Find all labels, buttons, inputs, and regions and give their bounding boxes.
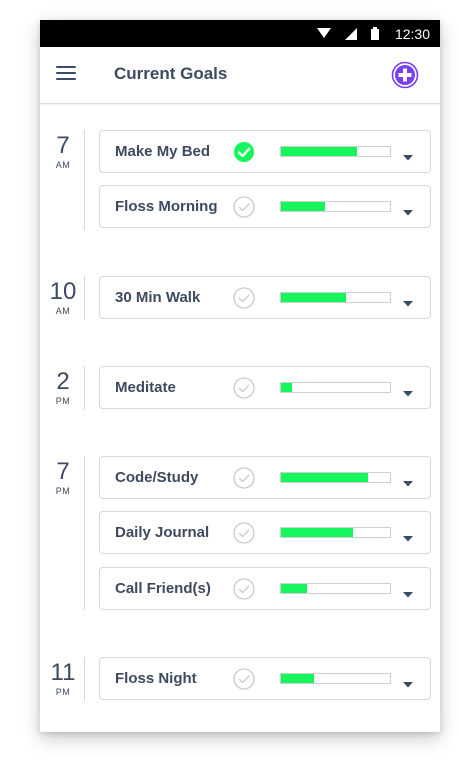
goal-card[interactable]: Daily Journal xyxy=(99,511,431,554)
time-ampm: PM xyxy=(55,486,71,496)
check-circle-icon[interactable] xyxy=(233,196,255,218)
goal-label: Floss Night xyxy=(115,670,197,687)
check-circle-icon[interactable] xyxy=(233,287,255,309)
progress-bar xyxy=(280,201,391,212)
check-circle-icon[interactable] xyxy=(233,377,255,399)
progress-fill xyxy=(281,147,358,156)
timeline-divider xyxy=(84,366,85,410)
hamburger-menu-icon[interactable] xyxy=(56,66,76,82)
chevron-down-icon[interactable] xyxy=(403,474,413,487)
goal-label: Make My Bed xyxy=(115,143,211,160)
chevron-down-icon[interactable] xyxy=(403,203,413,216)
chevron-down-icon[interactable] xyxy=(403,294,413,307)
progress-fill xyxy=(281,528,353,537)
status-time: 12:30 xyxy=(394,25,430,42)
progress-bar xyxy=(280,472,391,483)
timeline-divider xyxy=(84,276,85,320)
time-hour: 11 xyxy=(50,659,76,686)
phone-screen: 12:30 Current Goals 7 AM Make My Bed Flo… xyxy=(40,20,440,732)
goal-card[interactable]: Code/Study xyxy=(99,456,431,499)
time-hour: 2 xyxy=(56,368,70,395)
status-bar: 12:30 xyxy=(40,20,440,47)
goal-card[interactable]: Floss Night xyxy=(99,657,431,700)
battery-icon xyxy=(370,27,379,40)
goal-label: Daily Journal xyxy=(115,524,210,541)
time-hour: 7 xyxy=(56,132,70,159)
check-circle-icon[interactable] xyxy=(233,522,255,544)
goal-card[interactable]: Call Friend(s) xyxy=(99,567,431,610)
app-bar: Current Goals xyxy=(40,47,440,104)
timeline-divider xyxy=(84,456,85,610)
goal-label: 30 Min Walk xyxy=(115,289,201,306)
progress-bar xyxy=(280,673,391,684)
progress-fill xyxy=(281,293,347,302)
progress-bar xyxy=(280,382,391,393)
goal-label: Code/Study xyxy=(115,469,199,486)
progress-bar xyxy=(280,583,391,594)
goal-card[interactable]: Floss Morning xyxy=(99,185,431,228)
goal-card[interactable]: Make My Bed xyxy=(99,130,431,173)
time-hour: 10 xyxy=(49,278,77,305)
chevron-down-icon[interactable] xyxy=(403,585,413,598)
progress-fill xyxy=(281,674,314,683)
timeline-divider xyxy=(84,130,85,230)
progress-fill xyxy=(281,383,292,392)
time-ampm: PM xyxy=(55,687,71,697)
goal-card[interactable]: Meditate xyxy=(99,366,431,409)
check-circle-icon[interactable] xyxy=(233,668,255,690)
chevron-down-icon[interactable] xyxy=(403,675,413,688)
time-hour: 7 xyxy=(56,458,70,485)
progress-fill xyxy=(281,584,308,593)
check-circle-icon[interactable] xyxy=(233,467,255,489)
time-ampm: AM xyxy=(55,160,71,170)
goal-card[interactable]: 30 Min Walk xyxy=(99,276,431,319)
time-ampm: AM xyxy=(55,306,71,316)
progress-bar xyxy=(280,146,391,157)
plus-circle-icon xyxy=(391,61,419,89)
add-goal-button[interactable] xyxy=(391,61,419,89)
page-title: Current Goals xyxy=(114,64,228,83)
chevron-down-icon[interactable] xyxy=(403,148,413,161)
goal-label: Floss Morning xyxy=(115,198,218,215)
progress-bar xyxy=(280,527,391,538)
chevron-down-icon[interactable] xyxy=(403,529,413,542)
goal-label: Meditate xyxy=(115,379,176,396)
progress-fill xyxy=(281,473,369,482)
chevron-down-icon[interactable] xyxy=(403,384,413,397)
check-circle-icon[interactable] xyxy=(233,578,255,600)
progress-bar xyxy=(280,292,391,303)
time-ampm: PM xyxy=(55,396,71,406)
cell-signal-icon xyxy=(344,27,357,40)
progress-fill xyxy=(281,202,325,211)
wifi-icon xyxy=(316,28,331,39)
goal-label: Call Friend(s) xyxy=(115,580,211,597)
timeline-divider xyxy=(84,657,85,701)
check-circle-icon[interactable] xyxy=(233,141,255,163)
